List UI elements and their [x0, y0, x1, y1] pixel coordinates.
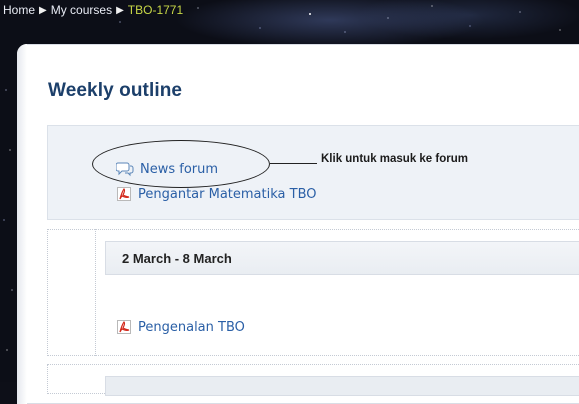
week-2-header [105, 376, 579, 396]
activity-label[interactable]: Pengantar Matematika TBO [138, 187, 317, 202]
breadcrumb: Home ▶ My courses ▶ TBO-1771 [3, 2, 183, 18]
pdf-icon [116, 186, 132, 202]
breadcrumb-my-courses[interactable]: My courses [51, 3, 112, 17]
week-1-header: 2 March - 8 March [105, 241, 579, 275]
breadcrumb-separator-icon: ▶ [39, 4, 47, 16]
breadcrumb-separator-icon: ▶ [116, 4, 124, 16]
activity-label[interactable]: News forum [140, 162, 218, 177]
activity-pengenalan-tbo[interactable]: Pengenalan TBO [116, 319, 245, 335]
breadcrumb-current-course: TBO-1771 [127, 3, 184, 17]
pdf-icon [116, 319, 132, 335]
activity-pengantar-matematika[interactable]: Pengantar Matematika TBO [116, 186, 317, 202]
breadcrumb-home[interactable]: Home [3, 3, 35, 17]
weekly-outline-title: Weekly outline [48, 80, 183, 101]
activity-label[interactable]: Pengenalan TBO [138, 320, 245, 335]
section-week-1-side [47, 229, 96, 356]
callout-annotation: Klik untuk masuk ke forum [321, 153, 468, 165]
activity-news-forum[interactable]: News forum [116, 161, 218, 177]
page-edge-shadow [17, 44, 27, 404]
forum-icon [116, 161, 134, 177]
